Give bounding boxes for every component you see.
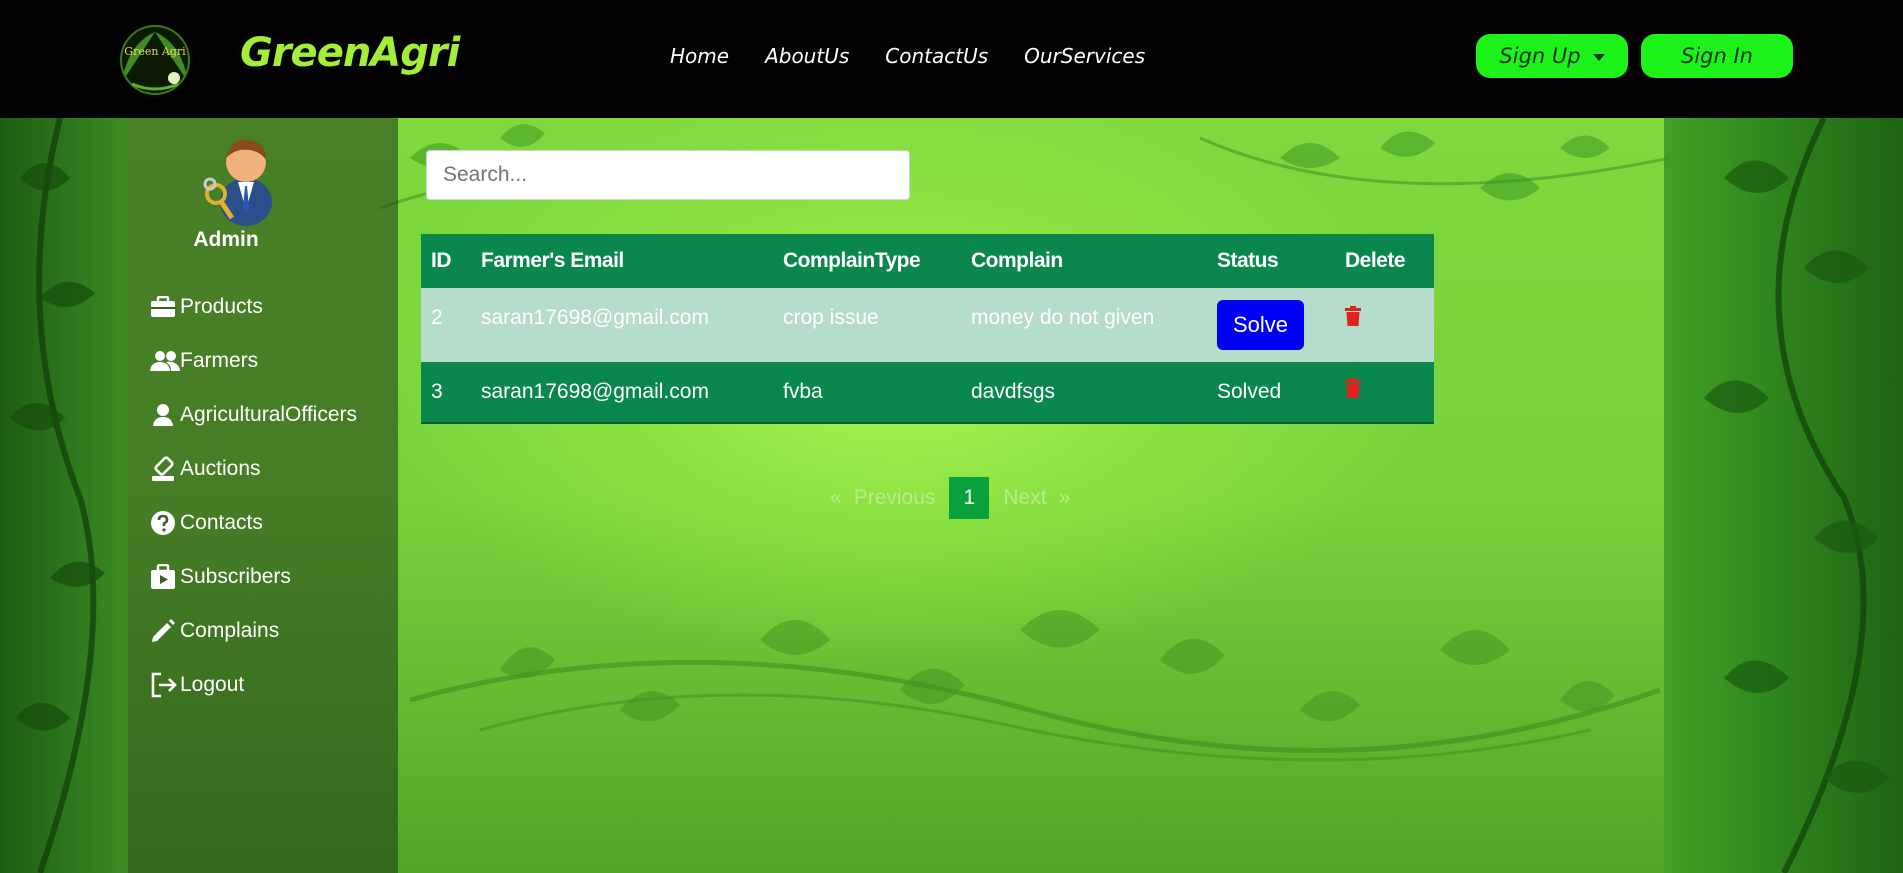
col-header-id: ID [421, 234, 471, 288]
sidebar-item-label: Subscribers [180, 565, 291, 588]
admin-name: Admin [193, 228, 259, 251]
logout-icon [150, 671, 180, 699]
cell-id: 3 [421, 362, 471, 424]
col-header-email: Farmer's Email [471, 234, 773, 288]
nav-link-aboutus[interactable]: AboutUs [765, 44, 849, 68]
sidebar-menu: Products Farmers AgriculturalOfficers Au… [150, 280, 357, 712]
col-header-status: Status [1207, 234, 1335, 288]
sidebar-item-logout[interactable]: Logout [150, 658, 357, 712]
sidebar-item-label: Contacts [180, 511, 263, 534]
cell-status: Solved [1207, 362, 1335, 424]
gavel-icon [150, 455, 180, 483]
cell-complain: money do not given [961, 288, 1207, 362]
cell-status: Solve [1207, 288, 1335, 362]
sidebar-item-products[interactable]: Products [150, 280, 357, 334]
sign-up-label: Sign Up [1499, 44, 1581, 68]
sidebar-item-contacts[interactable]: Contacts [150, 496, 357, 550]
foliage-left [0, 118, 128, 873]
sidebar-item-label: Products [180, 295, 263, 318]
sidebar-item-label: Logout [180, 673, 245, 696]
sidebar-item-label: Auctions [180, 457, 261, 480]
sign-in-label: Sign In [1681, 44, 1753, 68]
col-header-complain: Complain [961, 234, 1207, 288]
nav-link-contactus[interactable]: ContactUs [885, 44, 988, 68]
previous-page-link[interactable]: Previous [854, 486, 936, 510]
nav-links: Home AboutUs ContactUs OurServices [670, 44, 1145, 68]
prev-arrow[interactable]: « [830, 486, 842, 510]
cell-complain: davdfsgs [961, 362, 1207, 424]
user-icon [150, 401, 180, 429]
question-circle-icon [150, 509, 180, 537]
sidebar-item-label: Farmers [180, 349, 259, 372]
cell-email: saran17698@gmail.com [471, 288, 773, 362]
table-row: 3 saran17698@gmail.com fvba davdfsgs Sol… [421, 362, 1434, 424]
complaints-table: ID Farmer's Email ComplainType Complain … [421, 234, 1434, 424]
sidebar-item-auctions[interactable]: Auctions [150, 442, 357, 496]
search-input[interactable] [426, 150, 910, 200]
nav-link-ourservices[interactable]: OurServices [1024, 44, 1145, 68]
greenagri-logo[interactable]: Green Agri [112, 22, 198, 98]
col-header-delete: Delete [1335, 234, 1434, 288]
cell-delete [1335, 362, 1434, 424]
next-arrow[interactable]: » [1059, 486, 1071, 510]
col-header-complaintype: ComplainType [773, 234, 961, 288]
sidebar-item-farmers[interactable]: Farmers [150, 334, 357, 388]
sidebar-item-label: AgriculturalOfficers [180, 403, 358, 426]
nav-link-home[interactable]: Home [670, 44, 729, 68]
cell-type: fvba [773, 362, 961, 424]
navbar: Green Agri GreenAgri Home AboutUs Contac… [0, 0, 1903, 118]
next-page-link[interactable]: Next [1003, 486, 1046, 510]
cell-delete [1335, 288, 1434, 362]
cell-type: crop issue [773, 288, 961, 362]
cell-id: 2 [421, 288, 471, 362]
trash-icon[interactable] [1345, 306, 1361, 332]
briefcase-icon [150, 293, 180, 321]
table-header-row: ID Farmer's Email ComplainType Complain … [421, 234, 1434, 288]
pencil-icon [150, 617, 180, 645]
table-row: 2 saran17698@gmail.com crop issue money … [421, 288, 1434, 362]
sidebar-item-label: Complains [180, 619, 280, 642]
caret-down-icon [1592, 53, 1605, 61]
cell-email: saran17698@gmail.com [471, 362, 773, 424]
sign-up-dropdown-button[interactable]: Sign Up [1476, 34, 1628, 78]
subscribe-icon [150, 563, 180, 591]
foliage-right [1664, 118, 1903, 873]
solve-button[interactable]: Solve [1217, 300, 1304, 350]
sidebar-item-agriculturalofficers[interactable]: AgriculturalOfficers [150, 388, 357, 442]
pagination: « Previous 1 Next » [830, 477, 1070, 519]
sign-in-button[interactable]: Sign In [1641, 34, 1793, 78]
admin-avatar-icon [203, 139, 272, 226]
sidebar-item-subscribers[interactable]: Subscribers [150, 550, 357, 604]
admin-sidebar: Admin Products Farmers AgriculturalOffic… [128, 118, 398, 873]
sidebar-item-complains[interactable]: Complains [150, 604, 357, 658]
users-icon [150, 347, 180, 375]
brand-name[interactable]: GreenAgri [240, 30, 460, 76]
trash-icon[interactable] [1345, 378, 1361, 404]
svg-text:Green Agri: Green Agri [124, 45, 186, 58]
page-1-button[interactable]: 1 [949, 477, 990, 519]
